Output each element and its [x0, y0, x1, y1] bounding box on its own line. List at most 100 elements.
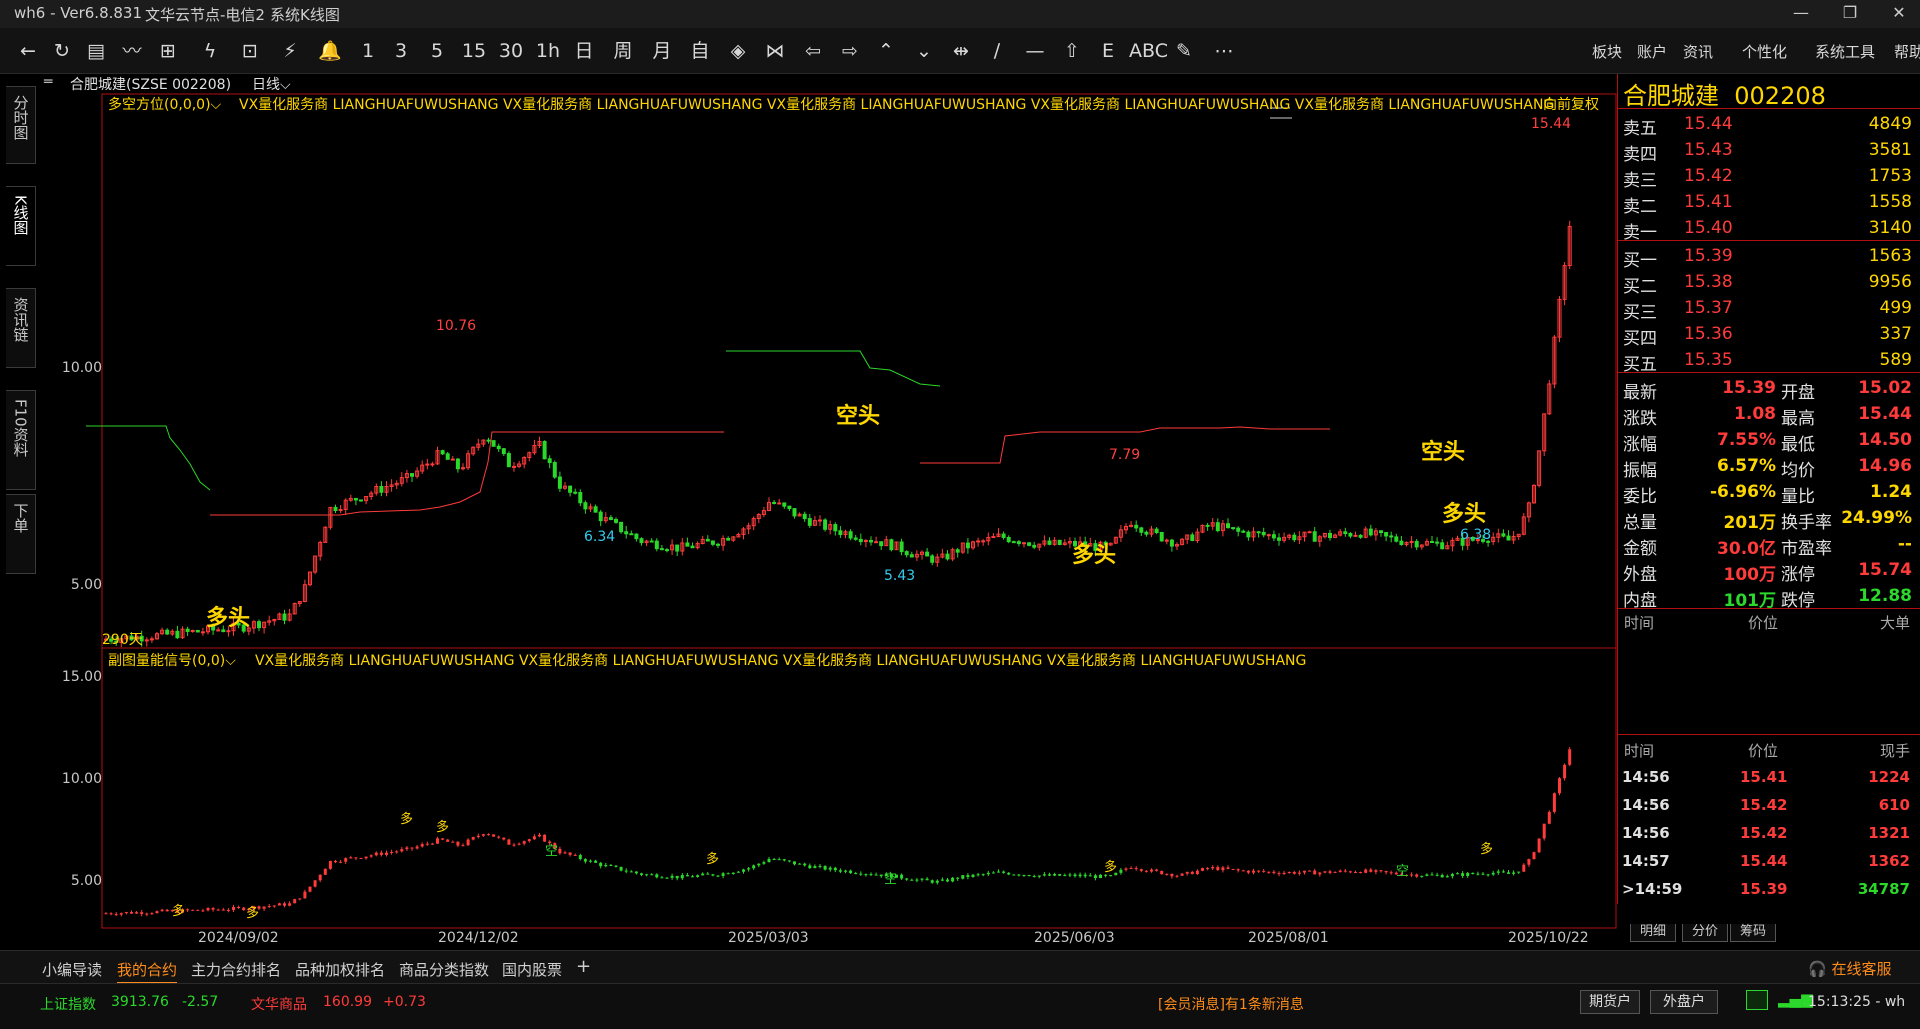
ask-row[interactable]: 卖五 15.44 4849	[1618, 112, 1918, 139]
hline-icon[interactable]: —	[1021, 38, 1049, 64]
text-icon[interactable]: ABC	[1129, 38, 1168, 64]
period-week[interactable]: 周	[609, 38, 637, 64]
sub-candle-body	[288, 903, 292, 906]
ask-row[interactable]: 卖二 15.41 1558	[1618, 190, 1918, 217]
bid-row[interactable]: 买五 15.35 589	[1618, 348, 1918, 375]
sub-candle-body	[456, 841, 460, 846]
quote-tab[interactable]: 明细	[1630, 924, 1676, 942]
menu-item[interactable]: 板块	[1592, 41, 1622, 62]
collapse-icon[interactable]: ═	[44, 74, 52, 90]
member-message[interactable]: [会员消息]有1条新消息	[1158, 994, 1304, 1014]
sub-candle-body	[140, 912, 144, 915]
service-button[interactable]: 🎧 在线客服	[1808, 958, 1891, 979]
bid-row[interactable]: 买一 15.39 1563	[1618, 244, 1918, 271]
period-month[interactable]: 月	[648, 38, 676, 64]
sub-candle-body	[487, 834, 490, 836]
ask-row[interactable]: 卖一 15.40 3140	[1618, 216, 1918, 243]
candle-icon[interactable]: ⊞	[154, 38, 182, 64]
period-1h[interactable]: 1h	[534, 38, 562, 64]
arrow-left-icon[interactable]: ⇦	[799, 38, 827, 64]
e-icon[interactable]: E	[1094, 38, 1122, 64]
sub-indicator-label[interactable]: 副图量能信号(0,0)⌵	[108, 650, 236, 670]
maximize-button[interactable]: ❐	[1835, 3, 1865, 25]
flash-icon[interactable]: ⚡	[276, 38, 304, 64]
sub-candle-body	[1267, 871, 1271, 873]
expand-icon[interactable]: ⇹	[947, 38, 975, 64]
bottom-tab[interactable]: 商品分类指数	[399, 959, 489, 980]
arrow-right-icon[interactable]: ⇨	[836, 38, 864, 64]
index2-name[interactable]: 文华商品	[251, 994, 307, 1014]
keyboard-icon[interactable]	[1746, 990, 1768, 1010]
line-chart-icon[interactable]: 〰	[118, 38, 146, 64]
kline-chart[interactable]	[40, 92, 1617, 950]
candle-body	[1190, 534, 1195, 542]
bolt-icon[interactable]: ϟ	[196, 38, 224, 64]
period-15min[interactable]: 15	[460, 38, 488, 64]
menu-item[interactable]: 账户	[1637, 41, 1667, 62]
line-tool-icon[interactable]: ∕	[983, 38, 1011, 64]
tab-f10[interactable]: F10资料	[6, 390, 36, 490]
pen-icon[interactable]: ✎	[1170, 38, 1198, 64]
tab-kline[interactable]: K线图	[6, 186, 36, 266]
menu-item[interactable]: 资讯	[1683, 41, 1713, 62]
index1-name[interactable]: 上证指数	[40, 994, 96, 1014]
image-icon[interactable]: ⊡	[236, 38, 264, 64]
period-day[interactable]: 日	[570, 38, 598, 64]
tab-order[interactable]: 下单	[6, 494, 36, 574]
minimize-button[interactable]: —	[1786, 3, 1816, 25]
quote-tab[interactable]: 筹码	[1730, 924, 1776, 942]
bottom-tab[interactable]: 品种加权排名	[295, 959, 385, 980]
bowtie-icon[interactable]: ⋈	[761, 38, 789, 64]
bottom-tab[interactable]: 国内股票	[502, 959, 562, 980]
sub-candle-body	[226, 909, 230, 911]
tab-timeshare[interactable]: 分时图	[6, 86, 36, 164]
candle-body	[185, 628, 190, 632]
back-icon[interactable]: ←	[14, 38, 42, 64]
sub-candle-body	[691, 876, 694, 878]
ask-row[interactable]: 卖四 15.43 3581	[1618, 138, 1918, 165]
quote-tab[interactable]: 分价	[1682, 924, 1728, 942]
tick-price: 15.42	[1740, 796, 1788, 814]
more-icon[interactable]: ⋯	[1210, 38, 1238, 64]
candle-body	[333, 506, 338, 511]
bottom-tab[interactable]: 我的合约	[117, 959, 178, 984]
close-button[interactable]: ✕	[1884, 3, 1914, 25]
period-custom[interactable]: 自	[686, 38, 714, 64]
sub-candle-body	[1119, 869, 1123, 873]
bottom-tab[interactable]: 主力合约排名	[191, 959, 281, 980]
tick-row: 14:56 15.42 1321	[1618, 824, 1918, 852]
bid-row[interactable]: 买三 15.37 499	[1618, 296, 1918, 323]
add-tab-button[interactable]: +	[576, 956, 591, 977]
list-icon[interactable]: ▤	[82, 38, 110, 64]
period-30min[interactable]: 30	[497, 38, 525, 64]
up-icon[interactable]: ⌃	[872, 38, 900, 64]
candle-body	[1016, 541, 1021, 544]
period-label: 日线	[252, 77, 280, 93]
menu-item[interactable]: 个性化	[1742, 41, 1787, 62]
period-select[interactable]: 日线⌵	[252, 74, 291, 94]
sub-candle-body	[1206, 868, 1210, 870]
period-3min[interactable]: 3	[387, 38, 415, 64]
tab-newschain[interactable]: 资讯链	[6, 288, 36, 368]
bid-row[interactable]: 买二 15.38 9956	[1618, 270, 1918, 297]
menu-item[interactable]: 帮助	[1894, 41, 1920, 62]
candle-body	[440, 450, 445, 455]
futures-account-button[interactable]: 期货户	[1580, 990, 1640, 1014]
period-1min[interactable]: 1	[354, 38, 382, 64]
period-5min[interactable]: 5	[423, 38, 451, 64]
server-label[interactable]: 文华云节点-电信2	[145, 4, 265, 25]
ask-row[interactable]: 卖三 15.42 1753	[1618, 164, 1918, 191]
down-icon[interactable]: ⌄	[910, 38, 938, 64]
diamond-icon[interactable]: ◈	[724, 38, 752, 64]
adjust-label[interactable]: 向前复权	[1543, 94, 1599, 114]
bell-icon[interactable]: 🔔	[316, 38, 344, 64]
main-indicator-label[interactable]: 多空方位(0,0,0)⌵	[108, 94, 221, 114]
foreign-account-button[interactable]: 外盘户	[1650, 990, 1718, 1014]
bottom-tab[interactable]: 小编导读	[42, 959, 102, 980]
menu-item[interactable]: 系统工具	[1815, 41, 1875, 62]
sub-candle-body	[1221, 867, 1225, 871]
refresh-icon[interactable]: ↻	[48, 38, 76, 64]
bid-row[interactable]: 买四 15.36 337	[1618, 322, 1918, 349]
home-icon[interactable]: ⇧	[1058, 38, 1086, 64]
sub-candle-body	[512, 844, 516, 846]
